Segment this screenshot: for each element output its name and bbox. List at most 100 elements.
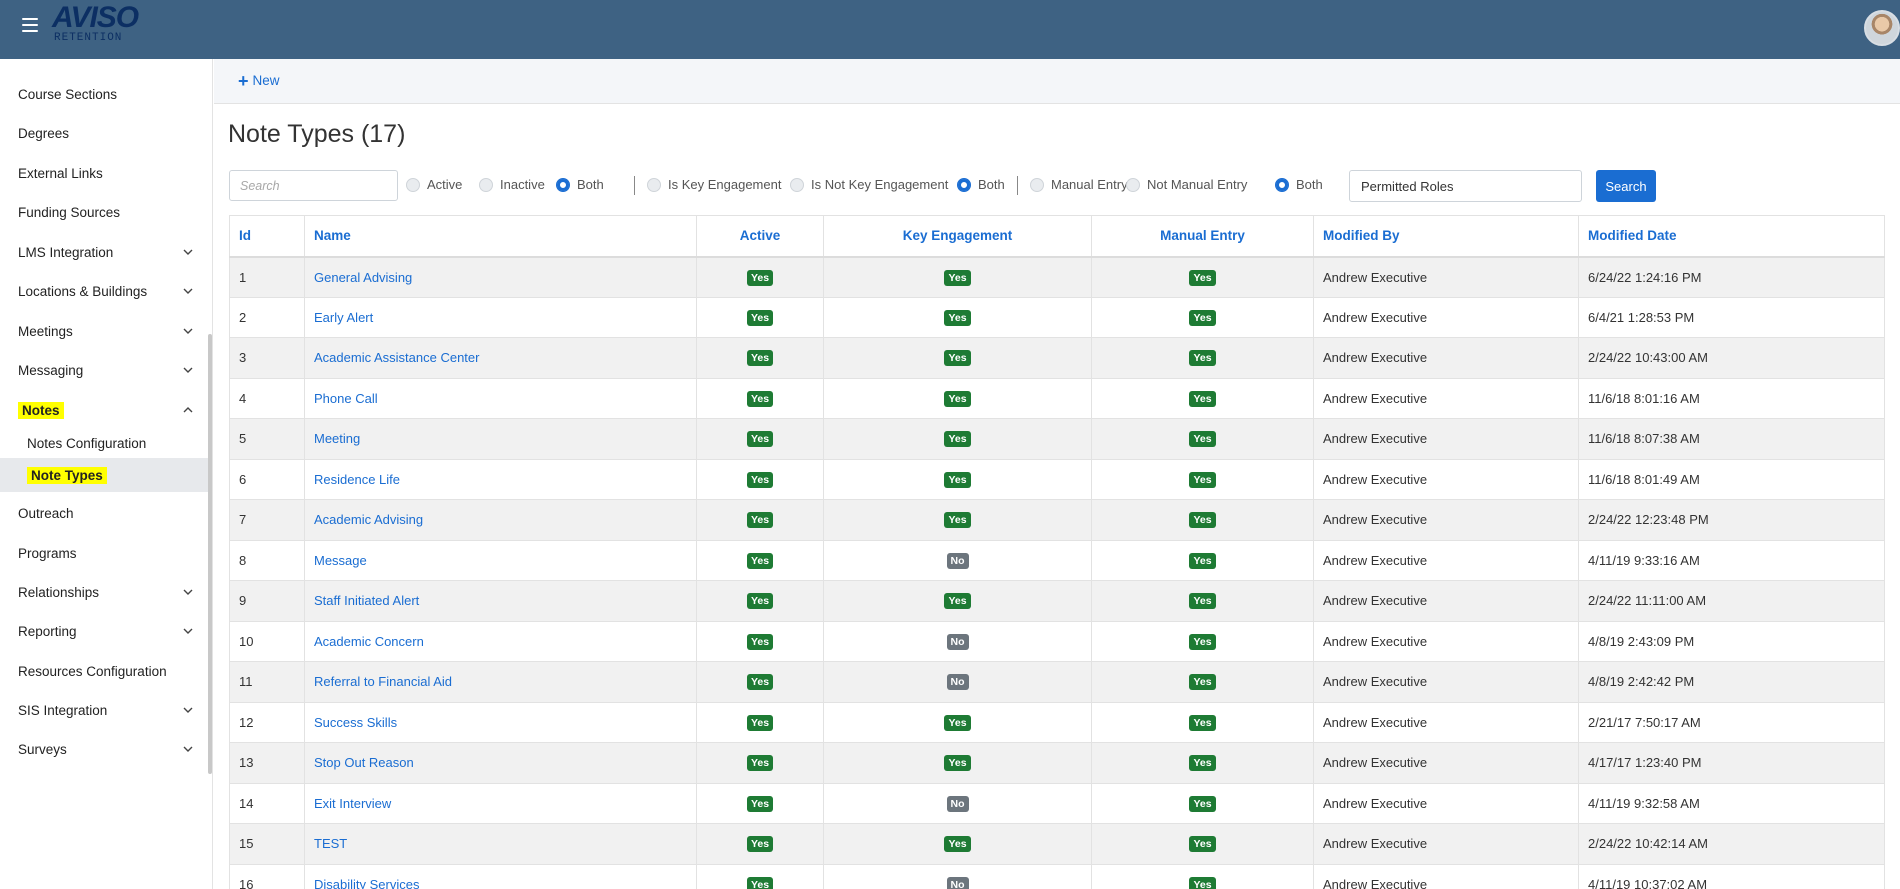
header-active[interactable]: Active: [696, 215, 824, 258]
radio-active[interactable]: Active: [406, 177, 462, 192]
note-type-link[interactable]: General Advising: [314, 270, 412, 285]
table-row[interactable]: 12 Success Skills Yes Yes Yes Andrew Executiv…: [229, 701, 1885, 743]
status-badge: Yes: [944, 755, 971, 772]
table-row[interactable]: 16 Disability Services Yes No Yes Andrew Exec…: [229, 863, 1885, 889]
cell-modified-by: Andrew Executive: [1313, 377, 1579, 419]
header-id[interactable]: Id: [229, 215, 305, 258]
header-manual-entry[interactable]: Manual Entry: [1091, 215, 1314, 258]
sidebar-item-surveys[interactable]: Surveys: [0, 729, 209, 769]
sidebar-item-funding-sources[interactable]: Funding Sources: [0, 192, 209, 232]
radio-manual-both[interactable]: Both: [1275, 177, 1323, 192]
cell-modified-by: Andrew Executive: [1313, 256, 1579, 298]
sidebar-item-sis-integration[interactable]: SIS Integration: [0, 690, 209, 730]
page-title: Note Types (17): [228, 120, 406, 148]
sidebar-item-meetings[interactable]: Meetings: [0, 311, 209, 351]
new-button[interactable]: + New: [238, 72, 280, 90]
sidebar-item-relationships[interactable]: Relationships: [0, 572, 209, 612]
cell-manual: Yes: [1091, 296, 1314, 338]
radio-is-not-key-engagement[interactable]: Is Not Key Engagement: [790, 177, 948, 192]
note-type-link[interactable]: Phone Call: [314, 391, 378, 406]
sidebar-item-messaging[interactable]: Messaging: [0, 350, 209, 390]
sidebar-item-notes[interactable]: Notes: [0, 390, 209, 430]
note-type-link[interactable]: Academic Concern: [314, 634, 424, 649]
sidebar-item-note-types[interactable]: Note Types: [0, 458, 209, 492]
cell-name: TEST: [304, 823, 697, 865]
status-badge: Yes: [1189, 795, 1216, 812]
note-type-link[interactable]: Stop Out Reason: [314, 755, 414, 770]
cell-name: Academic Concern: [304, 620, 697, 662]
radio-is-key-engagement[interactable]: Is Key Engagement: [647, 177, 781, 192]
table-row[interactable]: 5 Meeting Yes Yes Yes Andrew Executive 11/6/18…: [229, 418, 1885, 460]
status-badge: Yes: [746, 593, 774, 610]
cell-manual: Yes: [1091, 256, 1314, 298]
cell-key: Yes: [823, 458, 1092, 500]
table-row[interactable]: 6 Residence Life Yes Yes Yes Andrew Executive…: [229, 458, 1885, 500]
radio-not-manual-entry[interactable]: Not Manual Entry: [1126, 177, 1247, 192]
cell-modified-date: 2/24/22 10:43:00 AM: [1578, 337, 1885, 379]
note-type-link[interactable]: Disability Services: [314, 877, 419, 889]
note-type-link[interactable]: Message: [314, 553, 367, 568]
note-type-link[interactable]: Exit Interview: [314, 796, 391, 811]
table-row[interactable]: 9 Staff Initiated Alert Yes Yes Yes Andrew Ex…: [229, 580, 1885, 622]
sidebar-item-label: Degrees: [18, 125, 70, 141]
cell-modified-date: 11/6/18 8:07:38 AM: [1578, 418, 1885, 460]
sidebar-item-notes-configuration[interactable]: Notes Configuration: [0, 426, 209, 460]
radio-manual-entry[interactable]: Manual Entry: [1030, 177, 1128, 192]
cell-modified-date: 2/24/22 10:42:14 AM: [1578, 823, 1885, 865]
chevron-down-icon: [183, 707, 193, 713]
sidebar-item-resources-configuration[interactable]: Resources Configuration: [0, 651, 209, 691]
status-badge: Yes: [746, 755, 774, 772]
search-input[interactable]: [229, 170, 398, 201]
header-key-engagement[interactable]: Key Engagement: [823, 215, 1092, 258]
table-row[interactable]: 8 Message Yes No Yes Andrew Executive 4/11/19 …: [229, 539, 1885, 581]
header-modified-by[interactable]: Modified By: [1313, 215, 1579, 258]
sidebar-item-lms-integration[interactable]: LMS Integration: [0, 232, 209, 272]
sidebar-item-degrees[interactable]: Degrees: [0, 113, 209, 153]
note-type-link[interactable]: Academic Assistance Center: [314, 350, 479, 365]
radio-inactive[interactable]: Inactive: [479, 177, 545, 192]
note-type-link[interactable]: TEST: [314, 836, 347, 851]
note-type-link[interactable]: Residence Life: [314, 472, 400, 487]
sidebar-item-label: Notes Configuration: [27, 435, 147, 451]
table-row[interactable]: 4 Phone Call Yes Yes Yes Andrew Executive 11/6…: [229, 377, 1885, 419]
sidebar-item-outreach[interactable]: Outreach: [0, 493, 209, 533]
note-type-link[interactable]: Academic Advising: [314, 512, 423, 527]
table-row[interactable]: 15 TEST Yes Yes Yes Andrew Executive 2/24/22 1…: [229, 823, 1885, 865]
note-type-link[interactable]: Staff Initiated Alert: [314, 593, 419, 608]
note-type-link[interactable]: Referral to Financial Aid: [314, 674, 452, 689]
status-badge: Yes: [1189, 755, 1216, 772]
cell-key: No: [823, 620, 1092, 662]
status-badge: Yes: [746, 633, 774, 650]
table-row[interactable]: 3 Academic Assistance Center Yes Yes Yes Andr…: [229, 337, 1885, 379]
cell-id: 13: [229, 742, 305, 784]
note-type-link[interactable]: Early Alert: [314, 310, 373, 325]
search-button[interactable]: Search: [1596, 170, 1656, 202]
table-row[interactable]: 2 Early Alert Yes Yes Yes Andrew Executive 6/4…: [229, 296, 1885, 338]
table-row[interactable]: 14 Exit Interview Yes No Yes Andrew Executive…: [229, 782, 1885, 824]
cell-key: Yes: [823, 337, 1092, 379]
header-modified-date[interactable]: Modified Date: [1578, 215, 1885, 258]
sidebar-scrollbar[interactable]: [208, 334, 212, 774]
note-type-link[interactable]: Meeting: [314, 431, 360, 446]
table-row[interactable]: 1 General Advising Yes Yes Yes Andrew Executi…: [229, 256, 1885, 298]
permitted-roles-select[interactable]: [1349, 170, 1582, 202]
hamburger-icon[interactable]: [22, 18, 38, 32]
table-row[interactable]: 11 Referral to Financial Aid Yes No Yes Andre…: [229, 661, 1885, 703]
status-badge: Yes: [944, 431, 971, 448]
sidebar-item-reporting[interactable]: Reporting: [0, 611, 209, 651]
header-name[interactable]: Name: [304, 215, 697, 258]
radio-key-both[interactable]: Both: [957, 177, 1005, 192]
user-avatar[interactable]: [1864, 10, 1900, 46]
table-row[interactable]: 10 Academic Concern Yes No Yes Andrew Executi…: [229, 620, 1885, 662]
radio-active-both[interactable]: Both: [556, 177, 604, 192]
cell-name: Meeting: [304, 418, 697, 460]
table-row[interactable]: 7 Academic Advising Yes Yes Yes Andrew Execut…: [229, 499, 1885, 541]
sidebar-item-programs[interactable]: Programs: [0, 533, 209, 573]
table-row[interactable]: 13 Stop Out Reason Yes Yes Yes Andrew Executi…: [229, 742, 1885, 784]
sidebar-item-course-sections[interactable]: Course Sections: [0, 74, 209, 114]
app-logo[interactable]: AVISO RETENTION: [52, 3, 139, 49]
cell-id: 1: [229, 256, 305, 298]
note-type-link[interactable]: Success Skills: [314, 715, 397, 730]
sidebar-item-external-links[interactable]: External Links: [0, 153, 209, 193]
sidebar-item-locations-buildings[interactable]: Locations & Buildings: [0, 271, 209, 311]
